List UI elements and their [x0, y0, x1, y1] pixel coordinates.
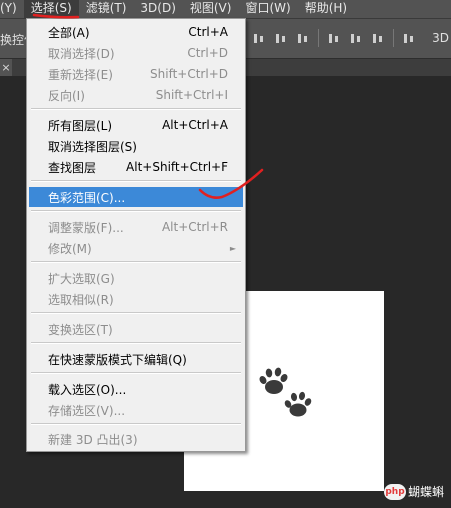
menu-divider [31, 372, 241, 374]
menu-item-shortcut: Ctrl+D [187, 46, 228, 60]
menu-item-label: 修改(M) [48, 241, 92, 256]
3d-mode-label[interactable]: 3D [432, 31, 449, 45]
menu-divider [31, 423, 241, 425]
menu-item-modify[interactable]: 修改(M) ► [29, 238, 243, 258]
menu-divider [31, 210, 241, 212]
menu-item-all-layers[interactable]: 所有图层(L) Alt+Ctrl+A [29, 115, 243, 135]
menu-bar: (Y) 选择(S) 滤镜(T) 3D(D) 视图(V) 窗口(W) 帮助(H) [0, 0, 451, 19]
menu-divider [31, 108, 241, 110]
menu-item-label: 取消选择(D) [48, 46, 115, 61]
menu-item-label: 存储选区(V)... [48, 403, 126, 418]
menu-item-inverse[interactable]: 反向(I) Shift+Ctrl+I [29, 85, 243, 105]
align-middle-icon[interactable] [274, 31, 288, 45]
menu-item-label: 所有图层(L) [48, 118, 113, 133]
menu-item-label: 全部(A) [48, 25, 90, 40]
php-logo-icon: php [384, 483, 406, 500]
menu-item-save-selection[interactable]: 存储选区(V)... [29, 400, 243, 420]
menu-item-deselect[interactable]: 取消选择(D) Ctrl+D [29, 43, 243, 63]
align-top-icon[interactable] [252, 31, 266, 45]
menu-item-select-all[interactable]: 全部(A) Ctrl+A [29, 22, 243, 42]
submenu-arrow-icon: ► [229, 243, 236, 253]
toolbar-divider [393, 29, 394, 47]
menu-item-label: 取消选择图层(S) [48, 139, 137, 154]
align-bottom-icon[interactable] [296, 31, 310, 45]
menu-item-label: 变换选区(T) [48, 322, 113, 337]
menu-item-transform-selection[interactable]: 变换选区(T) [29, 319, 243, 339]
watermark-text: 蝴蝶蝌 [408, 485, 445, 499]
menu-window[interactable]: 窗口(W) [238, 0, 297, 18]
menu-item-shortcut: Alt+Ctrl+A [162, 118, 228, 132]
close-tab-icon[interactable]: × [0, 59, 12, 76]
menu-item-refine-mask[interactable]: 调整蒙版(F)... Alt+Ctrl+R [29, 217, 243, 237]
menu-item-load-selection[interactable]: 载入选区(O)... [29, 379, 243, 399]
menu-item-shortcut: Alt+Ctrl+R [161, 220, 228, 234]
menu-item-color-range[interactable]: 色彩范围(C)... [29, 187, 243, 207]
menu-item-shortcut: Ctrl+A [188, 25, 228, 39]
paw-prints-image [259, 367, 312, 417]
menu-item-new-3d-extrusion[interactable]: 新建 3D 凸出(3) [29, 429, 243, 449]
menu-item-shortcut: Shift+Ctrl+I [155, 88, 228, 102]
menu-item-label: 反向(I) [48, 88, 85, 103]
menu-item-reselect[interactable]: 重新选择(E) Shift+Ctrl+D [29, 64, 243, 84]
menu-item-find-layers[interactable]: 查找图层 Alt+Shift+Ctrl+F [29, 157, 243, 177]
menu-item-similar[interactable]: 选取相似(R) [29, 289, 243, 309]
menu-filter[interactable]: 滤镜(T) [79, 0, 134, 18]
menu-view[interactable]: 视图(V) [183, 0, 239, 18]
paw-print-icon [284, 391, 312, 417]
menu-edit[interactable]: (Y) [0, 0, 24, 18]
menu-divider [31, 180, 241, 182]
distribute-icon[interactable] [402, 31, 416, 45]
menu-item-label: 重新选择(E) [48, 67, 113, 82]
menu-item-label: 调整蒙版(F)... [48, 220, 124, 235]
menu-item-label: 载入选区(O)... [48, 382, 127, 397]
menu-item-shortcut: Alt+Shift+Ctrl+F [126, 160, 228, 174]
menu-item-deselect-layers[interactable]: 取消选择图层(S) [29, 136, 243, 156]
menu-item-shortcut: Shift+Ctrl+D [150, 67, 228, 81]
menu-item-label: 选取相似(R) [48, 292, 114, 307]
align-icons-group [252, 29, 416, 47]
watermark: php 蝴蝶蝌 [384, 483, 444, 500]
menu-item-label: 查找图层 [48, 160, 97, 175]
align-center-icon[interactable] [349, 31, 363, 45]
menu-item-label: 在快速蒙版模式下编辑(Q) [48, 352, 187, 367]
menu-3d[interactable]: 3D(D) [133, 0, 182, 18]
menu-divider [31, 261, 241, 263]
menu-help[interactable]: 帮助(H) [298, 0, 354, 18]
align-right-icon[interactable] [371, 31, 385, 45]
toolbar-divider [318, 29, 319, 47]
menu-item-label: 新建 3D 凸出(3) [48, 432, 138, 447]
menu-divider [31, 312, 241, 314]
select-menu-dropdown: 全部(A) Ctrl+A 取消选择(D) Ctrl+D 重新选择(E) Shif… [26, 18, 246, 452]
menu-divider [31, 342, 241, 344]
paw-print-icon [259, 367, 288, 394]
align-left-icon[interactable] [327, 31, 341, 45]
menu-item-quick-mask[interactable]: 在快速蒙版模式下编辑(Q) [29, 349, 243, 369]
menu-item-grow[interactable]: 扩大选取(G) [29, 268, 243, 288]
menu-item-label: 色彩范围(C)... [48, 190, 126, 205]
menu-item-label: 扩大选取(G) [48, 271, 115, 286]
menu-select[interactable]: 选择(S) [23, 0, 79, 18]
